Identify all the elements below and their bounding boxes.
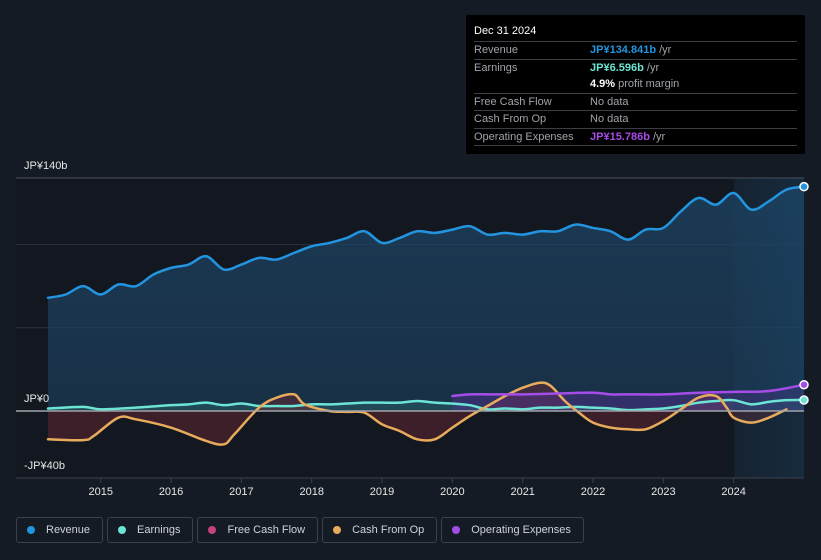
tooltip-value-suffix: No data	[590, 95, 629, 108]
x-tick-label: 2018	[299, 486, 323, 498]
tooltip-row-label: Operating Expenses	[474, 130, 574, 143]
tooltip-row: Revenue JP¥134.841b /yr	[474, 41, 797, 59]
tooltip-value-number: JP¥6.596b	[590, 61, 644, 74]
tooltip-row: Earnings JP¥6.596b /yr	[474, 58, 797, 77]
legend-item-cash-from-op[interactable]: Cash From Op	[322, 517, 438, 543]
legend-dot-icon	[27, 526, 35, 534]
x-tick-label: 2019	[370, 486, 394, 498]
y-label-bottom: -JP¥40b	[24, 460, 65, 472]
tooltip-row-label: Earnings	[474, 61, 518, 74]
revenue-endpoint-marker[interactable]	[799, 181, 809, 192]
legend-item-free-cash-flow[interactable]: Free Cash Flow	[197, 517, 319, 543]
x-tick-label: 2017	[229, 486, 253, 498]
tooltip-value-number: JP¥15.786b	[590, 130, 650, 143]
tooltip-row: Operating Expenses JP¥15.786b /yr	[474, 127, 797, 146]
legend-dot-icon	[118, 526, 127, 534]
legend-label: Cash From Op	[352, 524, 425, 536]
x-tick-label: 2016	[159, 486, 183, 498]
earnings-endpoint-marker[interactable]	[799, 395, 809, 405]
tooltip-value-suffix: /yr	[649, 130, 666, 143]
tooltip-row-label: Free Cash Flow	[474, 95, 552, 108]
tooltip-row-label: Cash From Op	[474, 113, 547, 125]
operating-expenses-endpoint-marker[interactable]	[799, 379, 809, 390]
tooltip-row: Free Cash Flow No data	[474, 92, 797, 111]
tooltip-value-suffix: No data	[590, 113, 629, 125]
legend-label: Revenue	[46, 524, 91, 536]
tooltip-row-label: Revenue	[474, 44, 519, 56]
legend-dot-icon	[333, 526, 342, 534]
forecast-highlight-region	[733, 178, 804, 478]
legend-dot-icon	[208, 526, 217, 534]
tooltip-row-value: JP¥6.596b /yr	[590, 60, 659, 77]
legend-item-revenue[interactable]: Revenue	[16, 517, 104, 543]
tooltip-value-suffix: /yr	[643, 61, 660, 74]
x-tick-label: 2024	[721, 486, 745, 498]
legend-label: Free Cash Flow	[227, 524, 306, 536]
tooltip-value-number: JP¥134.841b	[590, 44, 657, 56]
x-tick-label: 2021	[510, 486, 534, 498]
tooltip-row-value: 4.9% profit margin	[590, 76, 679, 93]
y-label-top: JP¥140b	[24, 160, 68, 172]
x-tick-label: 2015	[89, 486, 113, 498]
x-tick-label: 2023	[651, 486, 675, 498]
y-label-zero: JP¥0	[24, 393, 50, 405]
legend-label: Earnings	[137, 524, 181, 536]
tooltip-row-value: JP¥15.786b /yr	[590, 129, 665, 146]
legend-item-operating-expenses[interactable]: Operating Expenses	[441, 517, 584, 543]
tooltip-value-number: 4.9%	[590, 78, 616, 90]
x-tick-label: 2022	[581, 486, 605, 498]
tooltip-row-value: JP¥134.841b /yr	[590, 42, 671, 59]
tooltip: Dec 31 2024 Revenue JP¥134.841b /yr Earnin…	[466, 15, 805, 154]
tooltip-row-label	[474, 76, 590, 93]
tooltip-value-suffix: profit margin	[615, 78, 680, 90]
tooltip-row-value: No data	[590, 111, 629, 128]
tooltip-date: Dec 31 2024	[474, 25, 537, 37]
tooltip-row: 4.9% profit margin	[474, 76, 797, 93]
x-tick-label: 2020	[440, 486, 464, 498]
legend-item-earnings[interactable]: Earnings	[107, 517, 194, 543]
tooltip-value-suffix: /yr	[656, 44, 672, 56]
legend-label: Operating Expenses	[471, 524, 571, 536]
tooltip-row: Cash From Op No data	[474, 110, 797, 128]
legend: Revenue Earnings Free Cash Flow Cash From O…	[16, 517, 584, 543]
legend-dot-icon	[452, 526, 461, 534]
tooltip-row-value: No data	[590, 94, 629, 111]
